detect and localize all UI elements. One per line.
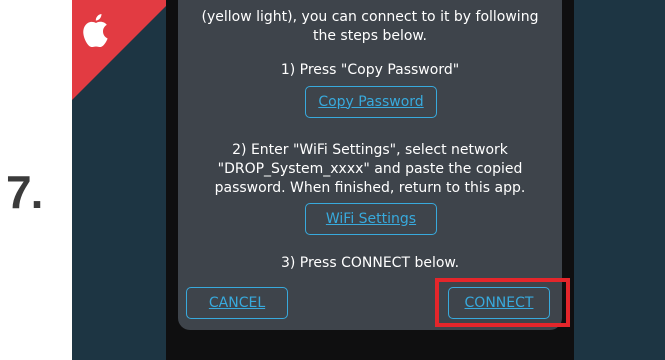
connect-highlight-box [435,278,570,327]
cancel-button[interactable]: CANCEL [186,287,288,319]
step-1-text: 1) Press "Copy Password" [280,62,460,78]
step-2-line-2: "DROP_System_xxxx" and paste the copied [217,161,523,177]
intro-line-2: the steps below. [312,28,428,44]
copy-password-button[interactable]: Copy Password [305,86,437,118]
intro-text: (yellow light), you can connect to it by… [178,8,562,46]
step-2-text: 2) Enter "WiFi Settings", select network… [178,141,562,198]
step-2-line-3: password. When finished, return to this … [214,180,526,196]
step-3-text: 3) Press CONNECT below. [280,255,460,271]
step-2-line-1: 2) Enter "WiFi Settings", select network [232,142,508,158]
step-number: 7. [6,166,43,218]
apple-icon [83,14,108,48]
wifi-settings-button[interactable]: WiFi Settings [305,203,437,235]
intro-line-1: (yellow light), you can connect to it by… [201,9,539,25]
